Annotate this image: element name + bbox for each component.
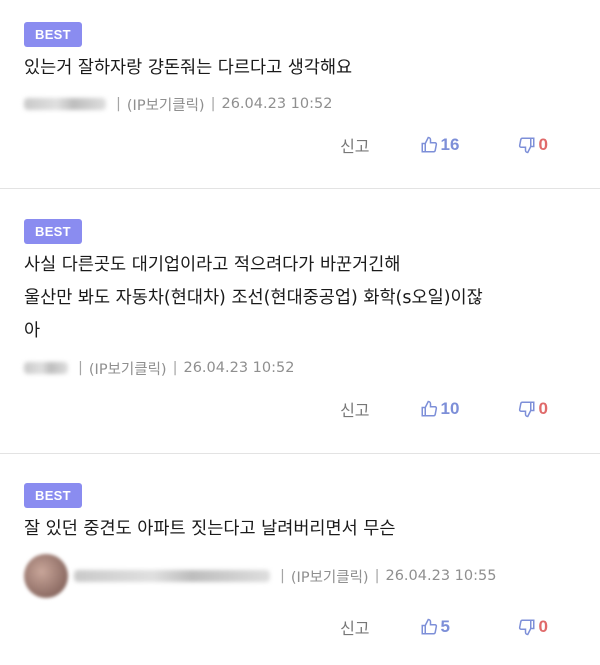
meta-separator: | [210, 96, 216, 112]
comment-timestamp: 26.04.23 10:52 [221, 96, 333, 112]
meta-separator: | [374, 568, 380, 584]
meta-separator: | [172, 360, 178, 376]
dislike-button[interactable]: 0 [518, 399, 548, 419]
avatar[interactable] [24, 554, 68, 598]
thumbs-up-icon [421, 618, 437, 635]
comment-item: BEST 사실 다른곳도 대기업이라고 적으려다가 바꾼거긴해 울산만 봐도 자… [0, 189, 600, 453]
comment-line: 울산만 봐도 자동차(현대차) 조선(현대중공업) 화학(s오일)이잖 [24, 288, 483, 308]
comment-actions: 신고 16 0 [340, 132, 548, 158]
like-count: 5 [440, 617, 450, 636]
thumbs-down-icon [518, 137, 535, 154]
meta-separator: | [280, 568, 285, 584]
comment-actions: 신고 5 0 [340, 614, 548, 640]
ip-view-link[interactable]: (IP보기클릭) [291, 566, 369, 587]
author-nickname-blurred[interactable] [24, 98, 106, 110]
like-count: 16 [440, 135, 460, 154]
like-count: 10 [440, 399, 460, 418]
comment-text: 잘 있던 중견도 아파트 짓는다고 날려버리면서 무슨 [24, 513, 584, 546]
comment-timestamp: 26.04.23 10:52 [183, 360, 295, 376]
comment-meta: | (IP보기클릭) | 26.04.23 10:52 [24, 93, 332, 115]
like-button[interactable]: 5 [420, 617, 460, 637]
comment-timestamp: 26.04.23 10:55 [385, 568, 497, 584]
author-nickname-blurred[interactable] [24, 362, 68, 374]
report-button[interactable]: 신고 [340, 133, 369, 157]
comment-line: 사실 다른곳도 대기업이라고 적으려다가 바꾼거긴해 [24, 255, 401, 275]
author-nickname-blurred[interactable] [74, 570, 270, 582]
dislike-button[interactable]: 0 [518, 135, 548, 155]
comment-text: 사실 다른곳도 대기업이라고 적으려다가 바꾼거긴해 울산만 봐도 자동차(현대… [24, 249, 584, 348]
best-badge: BEST [24, 483, 82, 508]
comment-text: 있는거 잘하자랑 걍돈줘는 다르다고 생각해요 [24, 52, 584, 85]
best-badge: BEST [24, 22, 82, 47]
thumbs-up-icon [421, 136, 437, 153]
dislike-count: 0 [538, 617, 548, 636]
report-button[interactable]: 신고 [340, 615, 369, 639]
dislike-count: 0 [538, 399, 548, 418]
meta-separator: | [116, 96, 121, 112]
dislike-count: 0 [538, 135, 548, 154]
dislike-button[interactable]: 0 [518, 617, 548, 637]
comment-meta: | (IP보기클릭) | 26.04.23 10:52 [24, 357, 294, 379]
thumbs-down-icon [518, 401, 535, 418]
meta-separator: | [78, 360, 83, 376]
thumbs-down-icon [518, 619, 535, 636]
like-button[interactable]: 16 [420, 135, 460, 155]
thumbs-up-icon [421, 400, 437, 417]
comment-item: BEST 잘 있던 중견도 아파트 짓는다고 날려버리면서 무슨 | (IP보기… [0, 454, 600, 665]
report-button[interactable]: 신고 [340, 397, 369, 421]
comment-line: 잘 있던 중견도 아파트 짓는다고 날려버리면서 무슨 [24, 519, 396, 539]
best-badge: BEST [24, 219, 82, 244]
comment-actions: 신고 10 0 [340, 396, 548, 422]
ip-view-link[interactable]: (IP보기클릭) [127, 94, 205, 115]
comment-line: 아 [24, 321, 41, 341]
comment-meta: | (IP보기클릭) | 26.04.23 10:55 [24, 551, 496, 601]
ip-view-link[interactable]: (IP보기클릭) [89, 358, 167, 379]
like-button[interactable]: 10 [420, 399, 460, 419]
comment-item: BEST 있는거 잘하자랑 걍돈줘는 다르다고 생각해요 | (IP보기클릭) … [0, 0, 600, 188]
comment-line: 있는거 잘하자랑 걍돈줘는 다르다고 생각해요 [24, 58, 353, 78]
